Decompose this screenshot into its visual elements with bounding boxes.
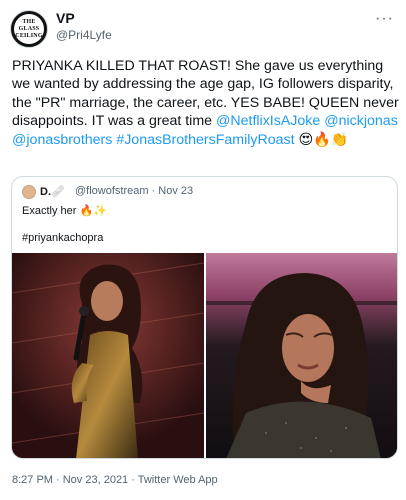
quoted-hashtag[interactable]: #priyankachopra	[22, 232, 103, 244]
quoted-handle-time[interactable]: @flowofstream · Nov 23	[75, 185, 193, 197]
quoted-text: Exactly her 🔥✨	[22, 205, 107, 217]
glass-ceiling-logo: THE GLASS CEILING	[14, 14, 44, 44]
mention-jonasbrothers[interactable]: @jonasbrothers	[12, 132, 112, 148]
display-name[interactable]: VP	[56, 10, 75, 26]
avatar-logo-text-1: THE	[22, 18, 36, 25]
quoted-display-name[interactable]: D.🩹	[40, 185, 65, 198]
tweet-timestamp[interactable]: 8:27 PM · Nov 23, 2021 · Twitter Web App	[12, 474, 218, 486]
hashtag-jonasbrothersfamilyroast[interactable]: #JonasBrothersFamilyRoast	[116, 132, 294, 148]
more-options-icon[interactable]: ···	[375, 10, 394, 28]
performer-illustration-left	[12, 253, 204, 458]
quoted-avatar[interactable]	[22, 185, 36, 199]
mention-netflixisajoke[interactable]: @NetflixIsAJoke	[216, 113, 320, 129]
user-handle[interactable]: @Pri4Lyfe	[56, 28, 112, 42]
photo-right[interactable]	[206, 253, 397, 458]
quoted-tweet[interactable]: D.🩹 @flowofstream · Nov 23 Exactly her 🔥…	[11, 176, 398, 459]
emoji-reactions: 😍🔥👏	[294, 131, 349, 148]
media-grid	[12, 253, 397, 458]
avatar[interactable]: THE GLASS CEILING	[10, 10, 48, 48]
tweet-text: PRIYANKA KILLED THAT ROAST! She gave us …	[12, 57, 400, 149]
tweet-card: THE GLASS CEILING VP @Pri4Lyfe ··· PRIYA…	[0, 0, 406, 500]
photo-left[interactable]	[12, 253, 204, 458]
mention-nickjonas[interactable]: @nickjonas	[324, 113, 398, 129]
avatar-logo-text-3: CEILING	[15, 32, 43, 39]
avatar-logo-text-2: GLASS	[18, 25, 40, 32]
performer-illustration-right	[206, 253, 397, 458]
